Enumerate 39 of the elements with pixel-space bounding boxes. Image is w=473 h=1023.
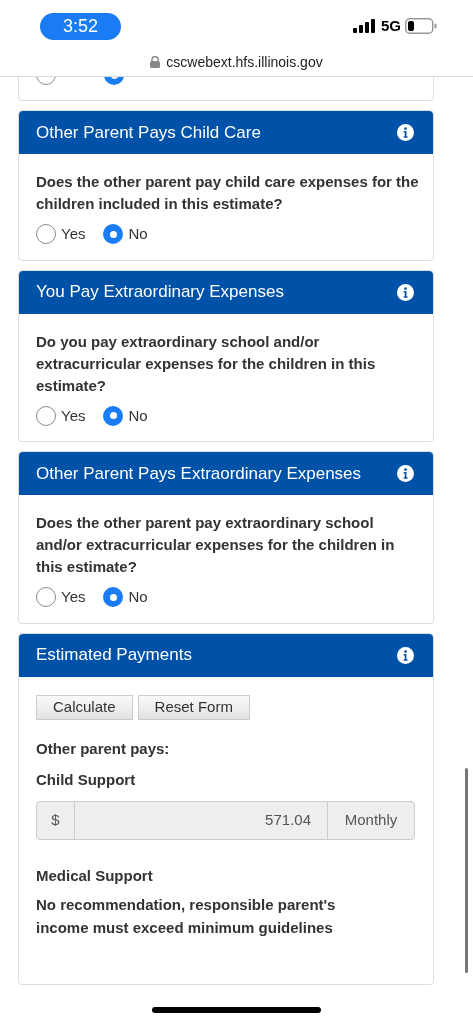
radio-button[interactable] [103,587,124,608]
card-title: You Pay Extraordinary Expenses [36,281,284,304]
card-title: Other Parent Pays Extraordinary Expenses [36,462,362,485]
radio-button[interactable] [36,587,56,608]
battery-icon [405,18,437,34]
radio-button[interactable] [103,405,124,426]
radio-label: Yes [61,224,86,244]
question-text: Do you pay extraordinary school and/or extracurricular expenses for the children in this estimate? [36,331,377,396]
radio-label: No [128,405,148,426]
info-icon[interactable] [397,465,414,482]
currency-prefix: $ [37,801,75,839]
field-label: Child Support [36,770,137,790]
amount-value: 571.04 [264,809,312,830]
info-icon[interactable] [397,124,414,141]
radio-label: No [128,224,148,244]
radio-label: Yes [61,405,86,426]
payer-label: Other parent pays: [36,738,171,759]
network-label: 5G [381,15,401,36]
question-text: Does the other parent pay extraordinary school and/or extracurricular expenses for the children in this estimate? [36,513,396,577]
status-time: 3:52 [40,12,121,40]
question-text: Does the other parent pay child care expenses for the children included in this estimate? [36,172,420,214]
form-button[interactable]: Reset Form [137,694,250,720]
radio-label: No [128,587,148,607]
info-icon[interactable] [397,283,414,301]
signal-icon [353,19,377,33]
radio-label: Yes [61,587,86,607]
period-suffix: Monthly [327,801,414,839]
url-text: cscwebext.hfs.illinois.gov [166,52,323,72]
radio-button[interactable] [36,405,56,426]
info-icon[interactable] [397,646,414,664]
form-button[interactable]: Calculate [36,694,133,720]
card-title: Estimated Payments [36,644,192,667]
radio-button[interactable] [103,224,124,245]
amount-field[interactable]: $ 571.04 Monthly [36,800,415,840]
medical-support-text: No recommendation, responsible parent's income must exceed minimum guidelines [36,895,337,938]
card-title: Other Parent Pays Child Care [36,121,261,144]
lock-icon [150,56,161,68]
radio-button[interactable] [36,224,56,245]
field-label: Medical Support [36,865,154,886]
